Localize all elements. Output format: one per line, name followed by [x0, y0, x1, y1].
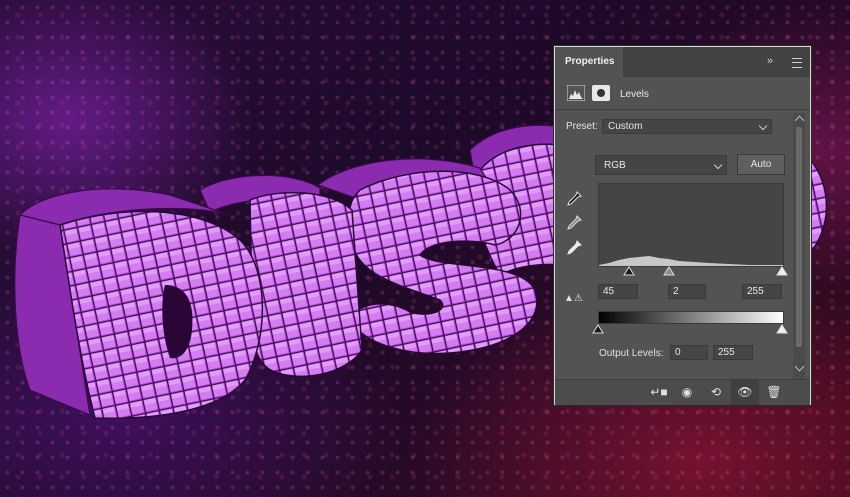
channel-dropdown[interactable]: RGB — [595, 155, 727, 175]
scrollbar-thumb[interactable] — [796, 127, 802, 347]
input-white-slider[interactable] — [776, 266, 788, 276]
trash-icon[interactable]: 🗑 — [760, 380, 788, 405]
chevron-down-icon — [758, 121, 768, 131]
input-gamma-slider[interactable] — [663, 266, 675, 276]
input-black-field[interactable]: 45 — [598, 284, 638, 299]
output-levels-label: Output Levels: — [599, 348, 664, 359]
properties-panel: Properties » Levels Preset: Custom RGB A… — [554, 46, 811, 405]
preset-value: Custom — [608, 121, 643, 132]
adjustment-header: Levels — [555, 81, 810, 105]
output-white-slider[interactable] — [776, 324, 788, 334]
preset-dropdown[interactable]: Custom — [602, 119, 772, 134]
layer-mask-icon[interactable] — [592, 85, 610, 101]
clip-to-layer-icon[interactable]: ↵■ — [645, 380, 673, 405]
input-gamma-field[interactable]: 2 — [668, 284, 706, 299]
double-chevron-right-icon[interactable]: » — [767, 55, 773, 67]
output-white-field[interactable]: 255 — [713, 345, 753, 360]
view-previous-state-icon[interactable]: ◉ — [673, 380, 701, 405]
output-black-field[interactable]: 0 — [670, 345, 708, 360]
levels-histogram-icon[interactable] — [567, 85, 585, 101]
black-point-eyedropper-icon[interactable] — [566, 191, 582, 207]
levels-histogram — [598, 183, 784, 267]
input-black-slider[interactable] — [623, 266, 635, 276]
visibility-eye-icon[interactable]: 👁 — [731, 380, 759, 405]
white-point-eyedropper-icon[interactable] — [566, 240, 582, 256]
tab-properties[interactable]: Properties — [555, 47, 623, 77]
preset-label: Preset: — [566, 121, 598, 132]
panel-menu-icon[interactable] — [792, 58, 802, 68]
reset-icon[interactable]: ⟲ — [702, 380, 730, 405]
adjustment-title: Levels — [620, 89, 649, 100]
divider — [555, 109, 810, 110]
output-gradient — [598, 311, 784, 324]
clipping-warning-icon[interactable]: ▲⚠ — [564, 293, 583, 304]
panel-tab-bar: Properties » — [555, 47, 810, 77]
output-black-slider[interactable] — [592, 324, 604, 334]
channel-value: RGB — [604, 160, 626, 171]
gray-point-eyedropper-icon[interactable] — [566, 215, 582, 231]
panel-bottom-toolbar: ↵■ ◉ ⟲ 👁 🗑 — [555, 379, 810, 405]
chevron-down-icon — [713, 160, 723, 170]
histogram-graph — [599, 256, 783, 266]
auto-button[interactable]: Auto — [737, 154, 785, 175]
input-white-field[interactable]: 255 — [742, 284, 782, 299]
